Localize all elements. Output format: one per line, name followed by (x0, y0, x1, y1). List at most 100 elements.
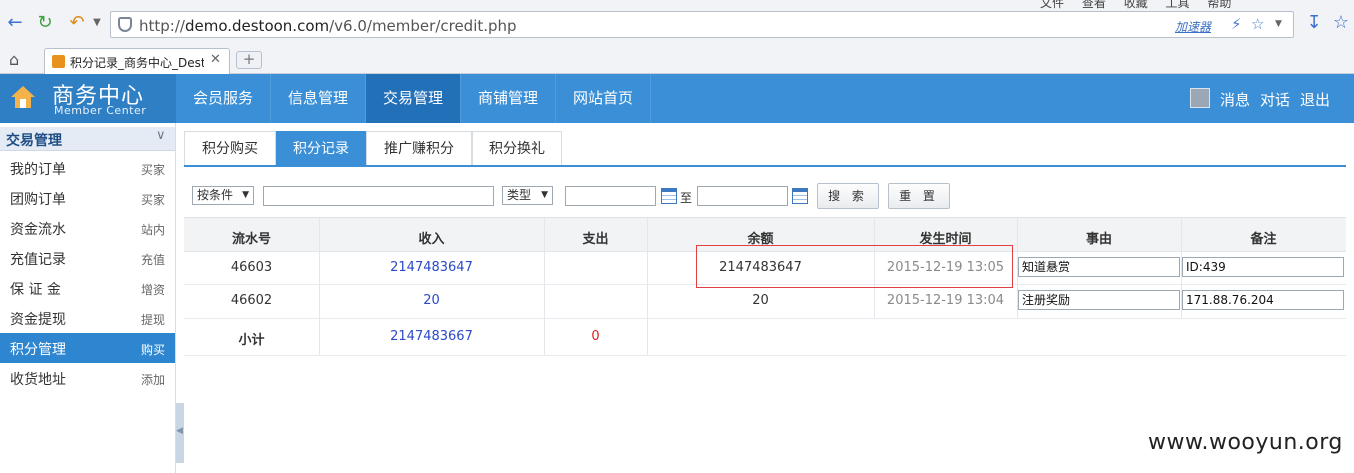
nav-member-service[interactable]: 会员服务 (176, 74, 271, 123)
sidebar-section-title: 交易管理 (6, 133, 62, 149)
sidebar-item-tag[interactable]: 添加 (141, 371, 165, 388)
sidebar: 交易管理 ∨ 我的订单 买家 团购订单 买家 资金流水 站内 充值记录 充值 保 证 金… (0, 123, 176, 473)
browser-menu: 文件 查看 收藏 工具 帮助 (1040, 0, 1245, 11)
sidebar-item-label: 充值记录 (10, 252, 66, 268)
end-date-input[interactable] (697, 186, 788, 206)
tab-redeem-gifts[interactable]: 积分换礼 (472, 131, 562, 165)
date-range-separator: 至 (680, 191, 693, 205)
serial-number: 46602 (230, 293, 273, 308)
new-tab-button[interactable]: + (236, 51, 262, 69)
menu-view[interactable]: 查看 (1082, 0, 1106, 10)
tab-buy-credits[interactable]: 积分购买 (184, 131, 276, 165)
favorites-star-icon[interactable]: ☆ (1330, 12, 1352, 34)
start-date-input[interactable] (565, 186, 656, 206)
sidebar-item-group-orders[interactable]: 团购订单 买家 (0, 183, 175, 213)
sidebar-item-credits[interactable]: 积分管理 购买 (0, 333, 175, 363)
browser-tab[interactable]: 积分记录_商务中心_Destoon ✕ (44, 48, 230, 74)
reason-field[interactable]: 知道悬赏 (1018, 257, 1180, 277)
sidebar-item-tag[interactable]: 提现 (141, 311, 165, 328)
home-icon[interactable]: ⌂ (9, 50, 19, 69)
nav-site-home[interactable]: 网站首页 (556, 74, 651, 123)
column-header: 事由 (1085, 232, 1112, 247)
balance-value: 20 (752, 293, 769, 308)
close-icon[interactable]: ✕ (210, 52, 221, 67)
download-icon[interactable]: ↧ (1303, 12, 1325, 34)
chat-link[interactable]: 对话 (1260, 89, 1290, 110)
type-select[interactable]: 类型 ▼ (502, 186, 553, 205)
reason-field[interactable]: 注册奖励 (1018, 290, 1180, 310)
sidebar-item-label: 收货地址 (10, 372, 66, 388)
sidebar-item-tag[interactable]: 增资 (141, 281, 165, 298)
address-bar[interactable]: http://demo.destoon.com/v6.0/member/cred… (110, 11, 1294, 38)
site-favicon-icon (52, 55, 65, 68)
shield-icon (118, 17, 132, 32)
menu-favorites[interactable]: 收藏 (1124, 0, 1148, 10)
sidebar-item-label: 团购订单 (10, 192, 66, 208)
sidebar-item-address[interactable]: 收货地址 添加 (0, 363, 175, 393)
logo[interactable]: 商务中心 Member Center (0, 74, 176, 123)
tab-title: 积分记录_商务中心_Destoon (70, 56, 204, 70)
undo-icon[interactable]: ↶ (66, 12, 88, 34)
column-header: 支出 (582, 232, 609, 247)
chevron-down-icon: ▼ (541, 190, 548, 200)
address-dropdown-icon[interactable]: ▼ (1275, 19, 1282, 29)
watermark: www.wooyun.org (1148, 430, 1343, 455)
sidebar-item-withdraw[interactable]: 资金提现 提现 (0, 303, 175, 333)
tab-promote-credits[interactable]: 推广赚积分 (366, 131, 472, 165)
serial-number: 46603 (230, 260, 273, 275)
calendar-icon[interactable] (792, 188, 808, 204)
sidebar-item-tag[interactable]: 买家 (141, 161, 165, 178)
logout-link[interactable]: 退出 (1300, 89, 1330, 110)
nav-trade-management[interactable]: 交易管理 (366, 74, 461, 123)
column-header: 备注 (1250, 232, 1277, 247)
search-button[interactable]: 搜 索 (817, 183, 879, 209)
refresh-icon[interactable]: ↻ (34, 12, 56, 34)
nav-info-management[interactable]: 信息管理 (271, 74, 366, 123)
sidebar-item-tag[interactable]: 充值 (141, 251, 165, 268)
lightning-icon[interactable]: ⚡ (1231, 15, 1242, 33)
income-value: 20 (423, 293, 440, 308)
note-field[interactable]: 171.88.76.204 (1182, 290, 1344, 310)
back-arrow-icon[interactable]: ← (4, 12, 26, 34)
star-icon[interactable]: ☆ (1251, 15, 1264, 33)
sidebar-item-tag[interactable]: 站内 (141, 221, 165, 238)
sidebar-item-tag[interactable]: 购买 (141, 341, 165, 358)
chevron-left-icon[interactable]: ◀ (176, 426, 183, 436)
avatar[interactable] (1190, 88, 1210, 108)
chevron-down-icon: ▼ (242, 190, 249, 200)
column-header: 流水号 (231, 232, 271, 247)
time-value: 2015-12-19 13:04 (886, 293, 1005, 308)
sidebar-item-label: 积分管理 (10, 342, 66, 358)
subtotal-expense: 0 (591, 329, 600, 344)
nav-shop-management[interactable]: 商铺管理 (461, 74, 556, 123)
condition-select-value: 按条件 (197, 188, 234, 202)
keyword-input[interactable] (263, 186, 494, 206)
condition-select[interactable]: 按条件 ▼ (192, 186, 254, 205)
tab-strip: ⌂ 积分记录_商务中心_Destoon ✕ + (0, 46, 1354, 74)
chevron-down-icon[interactable]: ∨ (156, 128, 166, 143)
type-select-value: 类型 (507, 188, 532, 202)
sidebar-section-header[interactable]: 交易管理 ∨ (0, 127, 175, 151)
accelerator-link[interactable]: 加速器 (1175, 18, 1211, 35)
menu-help[interactable]: 帮助 (1207, 0, 1231, 10)
menu-tools[interactable]: 工具 (1166, 0, 1190, 10)
credit-tabs: 积分购买 积分记录 推广赚积分 积分换礼 (184, 131, 1346, 167)
undo-dropdown-icon[interactable]: ▼ (86, 12, 108, 34)
menu-file[interactable]: 文件 (1040, 0, 1064, 10)
sidebar-item-tag[interactable]: 买家 (141, 191, 165, 208)
url-text[interactable]: http://demo.destoon.com/v6.0/member/cred… (139, 17, 517, 35)
calendar-icon[interactable] (661, 188, 677, 204)
tab-credit-records[interactable]: 积分记录 (276, 131, 366, 165)
sidebar-item-recharge[interactable]: 充值记录 充值 (0, 243, 175, 273)
sidebar-item-fund-flow[interactable]: 资金流水 站内 (0, 213, 175, 243)
note-field[interactable]: ID:439 (1182, 257, 1344, 277)
reset-button[interactable]: 重 置 (888, 183, 950, 209)
sidebar-item-deposit[interactable]: 保 证 金 增资 (0, 273, 175, 303)
sidebar-item-label: 资金提现 (10, 312, 66, 328)
logo-subtitle: Member Center (54, 104, 147, 117)
subtotal-label: 小计 (238, 333, 265, 348)
messages-link[interactable]: 消息 (1220, 89, 1250, 110)
member-header: 商务中心 Member Center 会员服务 信息管理 交易管理 商铺管理 网… (0, 74, 1354, 123)
sidebar-item-my-orders[interactable]: 我的订单 买家 (0, 153, 175, 183)
subtotal-income: 2147483667 (390, 329, 473, 344)
